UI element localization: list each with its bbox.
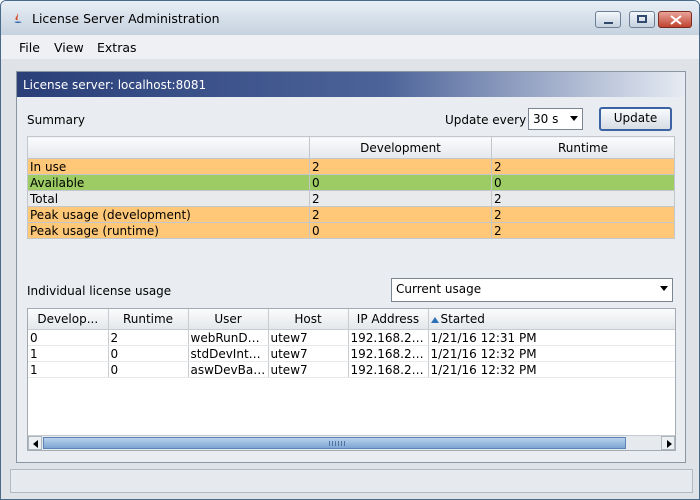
summary-cell-name: Peak usage (development) bbox=[27, 206, 310, 223]
table-cell: 192.168.22.... bbox=[348, 329, 429, 346]
maximize-icon bbox=[637, 15, 647, 23]
minimize-button[interactable] bbox=[595, 11, 621, 28]
menu-extras-label: Extras bbox=[97, 40, 137, 55]
java-app-icon bbox=[14, 13, 22, 23]
summary-cell-development: 0 bbox=[309, 174, 492, 191]
table-cell: utew7 bbox=[268, 345, 349, 362]
menu-view[interactable]: View bbox=[54, 40, 84, 55]
server-panel: License server: localhost:8081 Summary U… bbox=[16, 71, 686, 463]
chevron-down-icon bbox=[660, 286, 668, 291]
scroll-thumb[interactable] bbox=[43, 437, 626, 449]
summary-cell-runtime: 2 bbox=[491, 190, 675, 207]
table-cell: 1 bbox=[28, 345, 109, 362]
summary-row: Peak usage (development) 2 2 bbox=[27, 206, 675, 223]
update-interval-select[interactable]: 30 s bbox=[528, 108, 583, 130]
table-row[interactable]: 1 0 aswDevBatch utew7 192.168.22.... 1/21/16 … bbox=[28, 361, 675, 378]
scroll-left-button[interactable] bbox=[28, 436, 42, 450]
summary-cell-name: Total bbox=[27, 190, 310, 207]
table-cell: utew7 bbox=[268, 361, 349, 378]
chevron-down-icon bbox=[570, 116, 578, 121]
summary-cell-name: Peak usage (runtime) bbox=[27, 222, 310, 239]
menu-file[interactable]: File bbox=[19, 40, 40, 55]
menu-file-label: File bbox=[19, 40, 40, 55]
update-interval-value: 30 s bbox=[533, 112, 559, 126]
table-cell: 1/21/16 12:32 PM bbox=[428, 361, 675, 378]
summary-header-row: Development Runtime bbox=[27, 136, 675, 159]
column-started[interactable]: Started bbox=[428, 309, 675, 330]
server-header: License server: localhost:8081 bbox=[17, 72, 685, 97]
summary-cell-development: 2 bbox=[309, 158, 492, 175]
summary-cell-runtime: 2 bbox=[491, 158, 675, 175]
menu-bar: File View Extras bbox=[1, 35, 699, 59]
summary-cell-development: 2 bbox=[309, 206, 492, 223]
usage-header-row: Develop... Runtime User Host IP Address … bbox=[28, 309, 675, 330]
table-cell: webRunDa... bbox=[188, 329, 269, 346]
horizontal-scrollbar[interactable] bbox=[28, 435, 675, 450]
usage-view-select[interactable]: Current usage bbox=[391, 278, 673, 302]
summary-cell-runtime: 2 bbox=[491, 222, 675, 239]
summary-row: In use 2 2 bbox=[27, 158, 675, 175]
summary-label: Summary bbox=[27, 113, 85, 127]
sort-ascending-icon bbox=[430, 316, 439, 323]
summary-cell-runtime: 0 bbox=[491, 174, 675, 191]
individual-usage-label: Individual license usage bbox=[27, 284, 172, 298]
table-cell: stdDevInter... bbox=[188, 345, 269, 362]
table-cell: 192.168.22.... bbox=[348, 345, 429, 362]
summary-cell-development: 2 bbox=[309, 190, 492, 207]
summary-column-runtime: Runtime bbox=[491, 136, 675, 159]
summary-column-name bbox=[27, 136, 310, 159]
summary-cell-name: In use bbox=[27, 158, 310, 175]
table-cell: 0 bbox=[108, 361, 189, 378]
summary-cell-development: 0 bbox=[309, 222, 492, 239]
table-cell: 1/21/16 12:32 PM bbox=[428, 345, 675, 362]
license-server-window: License Server Administration File View … bbox=[0, 0, 700, 500]
usage-view-value: Current usage bbox=[396, 282, 482, 296]
table-cell: 2 bbox=[108, 329, 189, 346]
update-every-label: Update every bbox=[445, 113, 527, 127]
summary-table: Development Runtime In use 2 2 Available 0 0 T… bbox=[27, 136, 675, 239]
summary-row: Total 2 2 bbox=[27, 190, 675, 207]
individual-usage-table: Develop... Runtime User Host IP Address … bbox=[28, 309, 675, 378]
column-development[interactable]: Develop... bbox=[28, 309, 109, 330]
status-bar bbox=[10, 469, 693, 493]
column-started-label: Started bbox=[440, 312, 485, 326]
column-host[interactable]: Host bbox=[268, 309, 349, 330]
menu-extras[interactable]: Extras bbox=[97, 40, 137, 55]
scroll-right-button[interactable] bbox=[661, 436, 675, 450]
column-user[interactable]: User bbox=[188, 309, 269, 330]
table-row[interactable]: 0 2 webRunDa... utew7 192.168.22.... 1/21/16 … bbox=[28, 329, 675, 346]
summary-cell-runtime: 2 bbox=[491, 206, 675, 223]
summary-row: Available 0 0 bbox=[27, 174, 675, 191]
summary-row: Peak usage (runtime) 0 2 bbox=[27, 222, 675, 239]
table-cell: 0 bbox=[28, 329, 109, 346]
column-ip-address[interactable]: IP Address bbox=[348, 309, 429, 330]
summary-cell-name: Available bbox=[27, 174, 310, 191]
maximize-button[interactable] bbox=[629, 11, 655, 28]
table-row[interactable]: 1 0 stdDevInter... utew7 192.168.22.... 1/21/… bbox=[28, 345, 675, 362]
title-bar[interactable]: License Server Administration bbox=[1, 1, 699, 35]
close-button[interactable] bbox=[658, 11, 692, 28]
close-icon bbox=[670, 15, 682, 25]
table-cell: 192.168.22.... bbox=[348, 361, 429, 378]
window-title: License Server Administration bbox=[32, 11, 220, 26]
individual-usage-table-container: Develop... Runtime User Host IP Address … bbox=[27, 308, 676, 451]
update-button[interactable]: Update bbox=[599, 107, 672, 131]
column-runtime[interactable]: Runtime bbox=[108, 309, 189, 330]
menu-view-label: View bbox=[54, 40, 84, 55]
table-cell: aswDevBatch bbox=[188, 361, 269, 378]
minimize-icon bbox=[604, 22, 613, 24]
grip-icon bbox=[329, 441, 347, 446]
table-cell: 1 bbox=[28, 361, 109, 378]
server-title: License server: localhost:8081 bbox=[23, 78, 207, 92]
summary-column-development: Development bbox=[309, 136, 492, 159]
table-cell: 1/21/16 12:31 PM bbox=[428, 329, 675, 346]
table-cell: utew7 bbox=[268, 329, 349, 346]
table-cell: 0 bbox=[108, 345, 189, 362]
